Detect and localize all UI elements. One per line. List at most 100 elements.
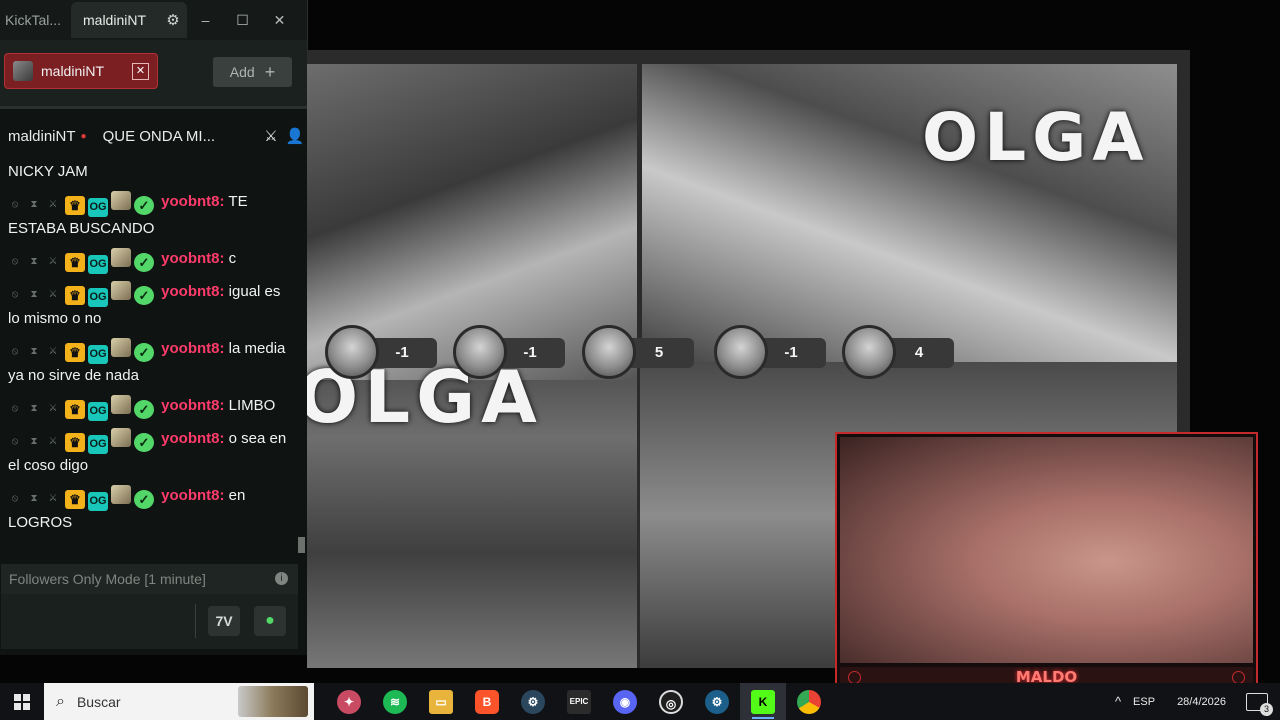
timeout-icon[interactable]: ⧗	[27, 288, 41, 302]
timeout-icon[interactable]: ⧗	[27, 402, 41, 416]
crown-badge-icon: ♛	[65, 253, 85, 272]
channel-tab-label: maldiniNT	[41, 63, 105, 79]
taskbar-search[interactable]: ⌕ Buscar	[44, 683, 314, 720]
followers-mode-text: Followers Only Mode [1 minute]	[9, 571, 206, 587]
timeout-icon[interactable]: ⧗	[27, 198, 41, 212]
gear-icon[interactable]: ⚙	[159, 11, 187, 29]
username[interactable]: yoobnt8:	[161, 193, 224, 210]
sword-icon[interactable]: ⚔	[46, 198, 60, 212]
sub-badge-icon	[111, 248, 131, 267]
sword-icon[interactable]: ⚔	[46, 435, 60, 449]
chrome-icon[interactable]	[786, 683, 832, 720]
tab-label: maldiniNT	[83, 12, 147, 28]
clock-date[interactable]: 28/4/2026	[1177, 696, 1226, 708]
notification-icon[interactable]: 3	[1246, 692, 1273, 716]
ban-icon[interactable]: ⦸	[8, 288, 22, 302]
username[interactable]: yoobnt8:	[161, 250, 224, 267]
7tv-icon[interactable]: 7V	[208, 606, 240, 636]
steam-icon[interactable]: ⚙	[510, 683, 556, 720]
webcam-overlay: MALDO	[835, 432, 1258, 683]
crown-badge-icon: ♛	[65, 343, 85, 362]
chevron-up-icon[interactable]: ^	[1115, 694, 1121, 709]
og-badge-icon: OG	[88, 255, 108, 274]
sword-icon[interactable]: ⚔	[46, 492, 60, 506]
kick-icon[interactable]: K	[740, 683, 786, 720]
language-indicator[interactable]: ESP	[1133, 696, 1155, 708]
channel-tabs: maldiniNT ✕ Add +	[0, 40, 307, 109]
timeout-icon[interactable]: ⧗	[27, 345, 41, 359]
username[interactable]: yoobnt8:	[161, 340, 224, 357]
tab-maldinint[interactable]: maldiniNT ⚙	[71, 2, 187, 38]
chat-message: ⦸ ⧗ ⚔ ♛ OG ✓ yoobnt8: igual es lo mismo o no	[0, 275, 298, 332]
moderation-sword-icon[interactable]: ⚔	[259, 127, 283, 145]
chat-scrollbar[interactable]	[298, 537, 305, 553]
verified-badge-icon: ✓	[134, 196, 154, 215]
og-badge-icon: OG	[88, 492, 108, 511]
ban-icon[interactable]: ⦸	[8, 435, 22, 449]
message-text: NICKY JAM	[8, 163, 88, 180]
windows-start-icon[interactable]	[0, 683, 44, 720]
message-text: c	[228, 250, 237, 267]
olga-logo: OLGA	[922, 99, 1150, 176]
verified-badge-icon: ✓	[134, 253, 154, 272]
timeout-icon[interactable]: ⧗	[27, 435, 41, 449]
username[interactable]: yoobnt8:	[161, 487, 224, 504]
channel-tab-maldinint[interactable]: maldiniNT ✕	[4, 53, 158, 89]
ban-icon[interactable]: ⦸	[8, 255, 22, 269]
ban-icon[interactable]: ⦸	[8, 402, 22, 416]
player-avatar	[714, 325, 768, 379]
ban-icon[interactable]: ⦸	[8, 345, 22, 359]
file-explorer-icon[interactable]: ▭	[418, 683, 464, 720]
brave-icon[interactable]: B	[464, 683, 510, 720]
username[interactable]: yoobnt8:	[161, 283, 224, 300]
spotify-icon[interactable]: ≋	[372, 683, 418, 720]
taskbar-apps: ✦ ≋ ▭ B ⚙ EPIC ◉ ◎ ⚙ K	[326, 683, 832, 720]
app-title: KickTal...	[5, 12, 62, 28]
add-channel-button[interactable]: Add +	[213, 57, 292, 87]
timeout-icon[interactable]: ⧗	[27, 255, 41, 269]
username[interactable]: yoobnt8:	[161, 397, 224, 414]
close-icon[interactable]: ✕	[132, 62, 149, 80]
maximize-icon[interactable]: ☐	[224, 12, 261, 29]
scoreboard: -1 -1 5 -1 4	[307, 325, 1190, 395]
ban-icon[interactable]: ⦸	[8, 492, 22, 506]
obs-icon[interactable]: ◎	[648, 683, 694, 720]
verified-badge-icon: ✓	[134, 286, 154, 305]
ban-icon[interactable]: ⦸	[8, 198, 22, 212]
username[interactable]: yoobnt8:	[161, 430, 224, 447]
minimize-icon[interactable]: –	[187, 12, 224, 28]
og-badge-icon: OG	[88, 435, 108, 454]
steam-icon[interactable]: ⚙	[694, 683, 740, 720]
verified-badge-icon: ✓	[134, 490, 154, 509]
crown-badge-icon: ♛	[65, 433, 85, 452]
sword-icon[interactable]: ⚔	[46, 345, 60, 359]
crown-badge-icon: ♛	[65, 400, 85, 419]
og-badge-icon: OG	[88, 198, 108, 217]
player-avatar	[325, 325, 379, 379]
chat-message: ⦸ ⧗ ⚔ ♛ OG ✓ yoobnt8: c	[0, 242, 298, 275]
chat-message: NICKY JAM	[0, 155, 298, 185]
sub-badge-icon	[111, 338, 131, 357]
webcam-nameplate: MALDO	[840, 667, 1253, 683]
sword-icon[interactable]: ⚔	[46, 288, 60, 302]
chat-message: ⦸ ⧗ ⚔ ♛ OG ✓ yoobnt8: o sea en el coso digo	[0, 422, 298, 479]
sword-icon[interactable]: ⚔	[46, 255, 60, 269]
user-icon[interactable]: 👤	[283, 127, 307, 145]
close-icon[interactable]: ✕	[261, 12, 298, 29]
system-tray: ^ ESP 28/4/2026 3	[1115, 683, 1280, 720]
discord-icon[interactable]: ◉	[602, 683, 648, 720]
crown-badge-icon: ♛	[65, 490, 85, 509]
sword-icon[interactable]: ⚔	[46, 402, 60, 416]
player-avatar	[582, 325, 636, 379]
bug-app-icon[interactable]: ✦	[326, 683, 372, 720]
verified-badge-icon: ✓	[134, 343, 154, 362]
chat-message: ⦸ ⧗ ⚔ ♛ OG ✓ yoobnt8: TE ESTABA BUSCANDO	[0, 185, 298, 242]
sub-badge-icon	[111, 191, 131, 210]
chat-input[interactable]: 7V ●	[1, 594, 298, 649]
followers-only-banner: Followers Only Mode [1 minute] i	[1, 564, 298, 594]
video-panel-top-right: OLGA	[642, 64, 1177, 364]
timeout-icon[interactable]: ⧗	[27, 492, 41, 506]
chat-bubble-icon[interactable]: ●	[254, 606, 286, 636]
epic-games-icon[interactable]: EPIC	[556, 683, 602, 720]
info-icon[interactable]: i	[275, 572, 288, 585]
